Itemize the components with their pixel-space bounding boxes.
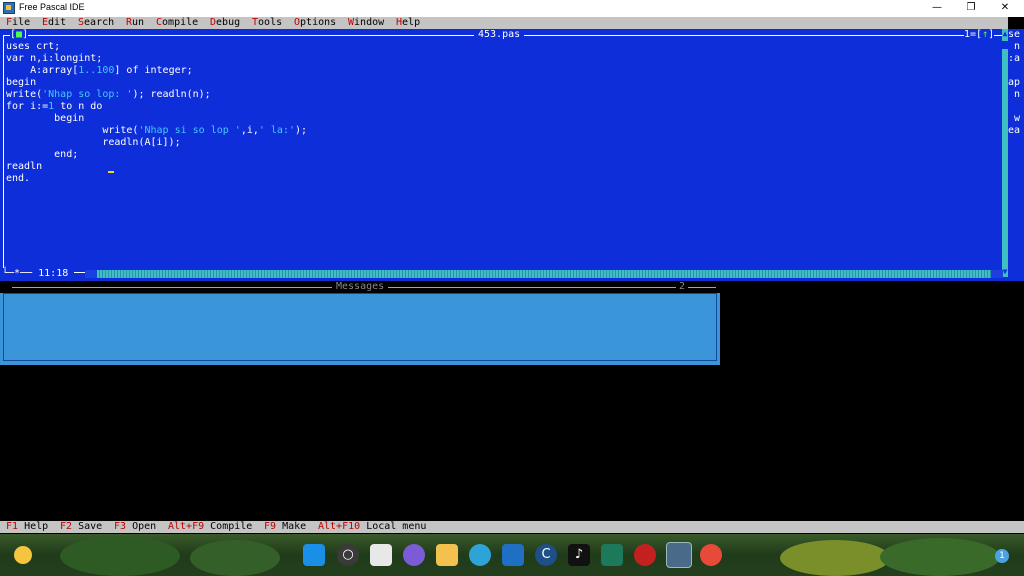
code-line[interactable]: write('Nhap so lop: '); readln(n); [6, 89, 211, 101]
status-make[interactable]: F9 Make [264, 521, 306, 533]
background-window-strip[interactable]: se n :a ap n w ea [1008, 29, 1024, 281]
cursor-position: └─*── 11:18 [2, 268, 75, 280]
code-line[interactable]: write('Nhap si so lop ',i,' la:'); [6, 125, 307, 137]
notification-badge[interactable]: 1 [995, 549, 1009, 563]
editor-window[interactable]: [■] 453.pas 1=[↑] uses crt; var n,i:long… [0, 29, 1008, 281]
chrome-icon[interactable] [700, 544, 722, 566]
messages-list[interactable] [3, 293, 717, 361]
editor-filename: 453.pas [474, 29, 525, 41]
code-line[interactable]: begin [6, 113, 84, 125]
status-bar: F1 Help F2 Save F3 Open Alt+F9 Compile F… [0, 521, 1008, 533]
restore-button[interactable]: ❐ [954, 0, 988, 17]
strip-text: ea [1008, 125, 1021, 136]
strip-text: n [1008, 89, 1021, 100]
store-icon[interactable] [502, 544, 524, 566]
close-button[interactable]: ✕ [988, 0, 1022, 17]
code-line[interactable]: begin [6, 77, 36, 89]
code-line[interactable]: uses crt; [6, 41, 60, 53]
search-icon[interactable]: ○ [337, 544, 359, 566]
strip-text: ap [1008, 77, 1021, 88]
menu-file[interactable]: File [6, 17, 30, 29]
weather-icon[interactable] [14, 546, 32, 564]
status-compile[interactable]: Alt+F9 Compile [168, 521, 252, 533]
menu-debug[interactable]: Debug [210, 17, 240, 29]
app-c-icon[interactable]: C [535, 544, 557, 566]
status-bar-corner [1008, 521, 1024, 533]
horizontal-scrollbar[interactable] [85, 270, 1003, 278]
minimize-button[interactable]: — [920, 0, 954, 17]
code-line[interactable]: var n,i:longint; [6, 53, 102, 65]
window-title-bar: Free Pascal IDE — ❐ ✕ [0, 0, 1024, 17]
scroll-left-arrow-icon[interactable] [85, 270, 97, 278]
scroll-right-arrow-icon[interactable] [991, 270, 1003, 278]
file-explorer-icon[interactable] [436, 544, 458, 566]
code-line[interactable]: for i:=1 to n do [6, 101, 102, 113]
strip-text: w [1008, 113, 1021, 124]
menu-bar: File Edit Search Run Compile Debug Tools… [0, 17, 1008, 29]
windows-taskbar: ○ C ♪ 1 [0, 534, 1024, 576]
chat-icon[interactable] [403, 544, 425, 566]
status-local-menu[interactable]: Alt+F10 Local menu [318, 521, 426, 533]
strip-text: :a [1008, 53, 1021, 64]
code-line[interactable]: end; [6, 149, 78, 161]
menu-compile[interactable]: Compile [156, 17, 198, 29]
code-line[interactable]: end. [6, 173, 30, 185]
editor-status-row: └─*── 11:18 [0, 268, 1008, 280]
wallpaper-foliage [880, 538, 1000, 576]
menu-search[interactable]: Search [78, 17, 114, 29]
code-line[interactable]: A:array[1..100] of integer; [6, 65, 193, 77]
messages-window[interactable]: Messages 2 [0, 281, 720, 365]
edge-icon[interactable] [469, 544, 491, 566]
task-view-icon[interactable] [370, 544, 392, 566]
menu-tools[interactable]: Tools [252, 17, 282, 29]
status-help[interactable]: F1 Help [6, 521, 48, 533]
status-open[interactable]: F3 Open [114, 521, 156, 533]
free-pascal-icon[interactable] [666, 542, 692, 568]
menu-options[interactable]: Options [294, 17, 336, 29]
messages-title-bar: Messages 2 [0, 281, 720, 293]
wallpaper-foliage [190, 540, 280, 576]
messages-window-number: 2 [676, 281, 689, 293]
wallpaper-foliage [60, 536, 180, 576]
free-pascal-app-icon [3, 2, 15, 14]
wallpaper-foliage [780, 540, 890, 576]
text-cursor [108, 171, 114, 173]
tiktok-icon[interactable]: ♪ [568, 544, 590, 566]
app-red-icon[interactable] [634, 544, 656, 566]
windows-start-icon[interactable] [303, 544, 325, 566]
status-save[interactable]: F2 Save [60, 521, 102, 533]
messages-title: Messages [332, 281, 389, 293]
code-line[interactable]: readln(A[i]); [6, 137, 180, 149]
menu-help[interactable]: Help [396, 17, 420, 29]
window-title: Free Pascal IDE [19, 2, 85, 12]
menu-edit[interactable]: Edit [42, 17, 66, 29]
code-line[interactable]: readln [6, 161, 42, 173]
app-download-icon[interactable] [601, 544, 623, 566]
editor-close-box[interactable]: [■] [10, 29, 29, 41]
menu-run[interactable]: Run [126, 17, 144, 29]
strip-text: n [1008, 41, 1021, 52]
menu-window[interactable]: Window [348, 17, 384, 29]
editor-window-number[interactable]: 1=[↑] [964, 29, 995, 41]
strip-text: se [1008, 29, 1021, 40]
